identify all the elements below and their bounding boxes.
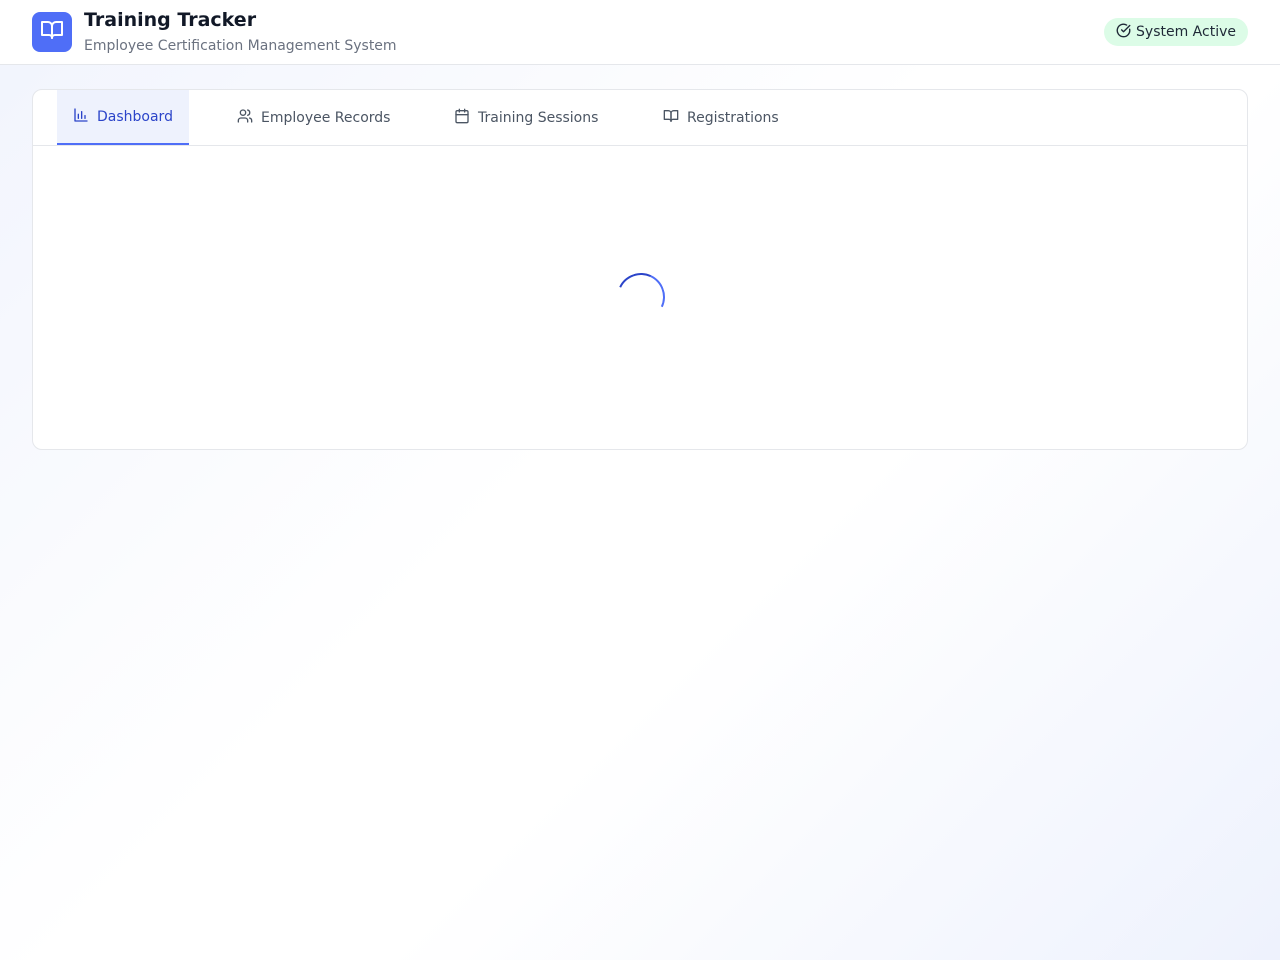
tab-employee-records[interactable]: Employee Records [221,90,406,145]
tab-bar: Dashboard Employee Records Training Sess… [33,90,1247,146]
check-circle-icon [1116,23,1131,42]
tab-registrations[interactable]: Registrations [647,90,795,145]
book-open-icon [663,108,679,128]
loading-spinner-icon [610,266,672,328]
tab-training-sessions[interactable]: Training Sessions [438,90,614,145]
calendar-icon [454,108,470,128]
bar-chart-icon [73,107,89,127]
status-badge: System Active [1104,18,1248,46]
main-panel: Dashboard Employee Records Training Sess… [32,89,1248,450]
tab-label: Registrations [687,109,779,126]
tab-label: Dashboard [97,108,173,125]
app-subtitle: Employee Certification Management System [84,38,397,54]
users-icon [237,108,253,128]
book-open-icon [40,18,64,46]
loading-spinner [610,266,672,328]
app-title: Training Tracker [84,9,257,31]
app-logo [32,12,72,52]
tab-label: Training Sessions [478,109,599,126]
tab-label: Employee Records [261,109,391,126]
tab-dashboard[interactable]: Dashboard [57,90,189,145]
status-label: System Active [1136,24,1236,40]
app-header: Training Tracker Employee Certification … [0,0,1280,65]
